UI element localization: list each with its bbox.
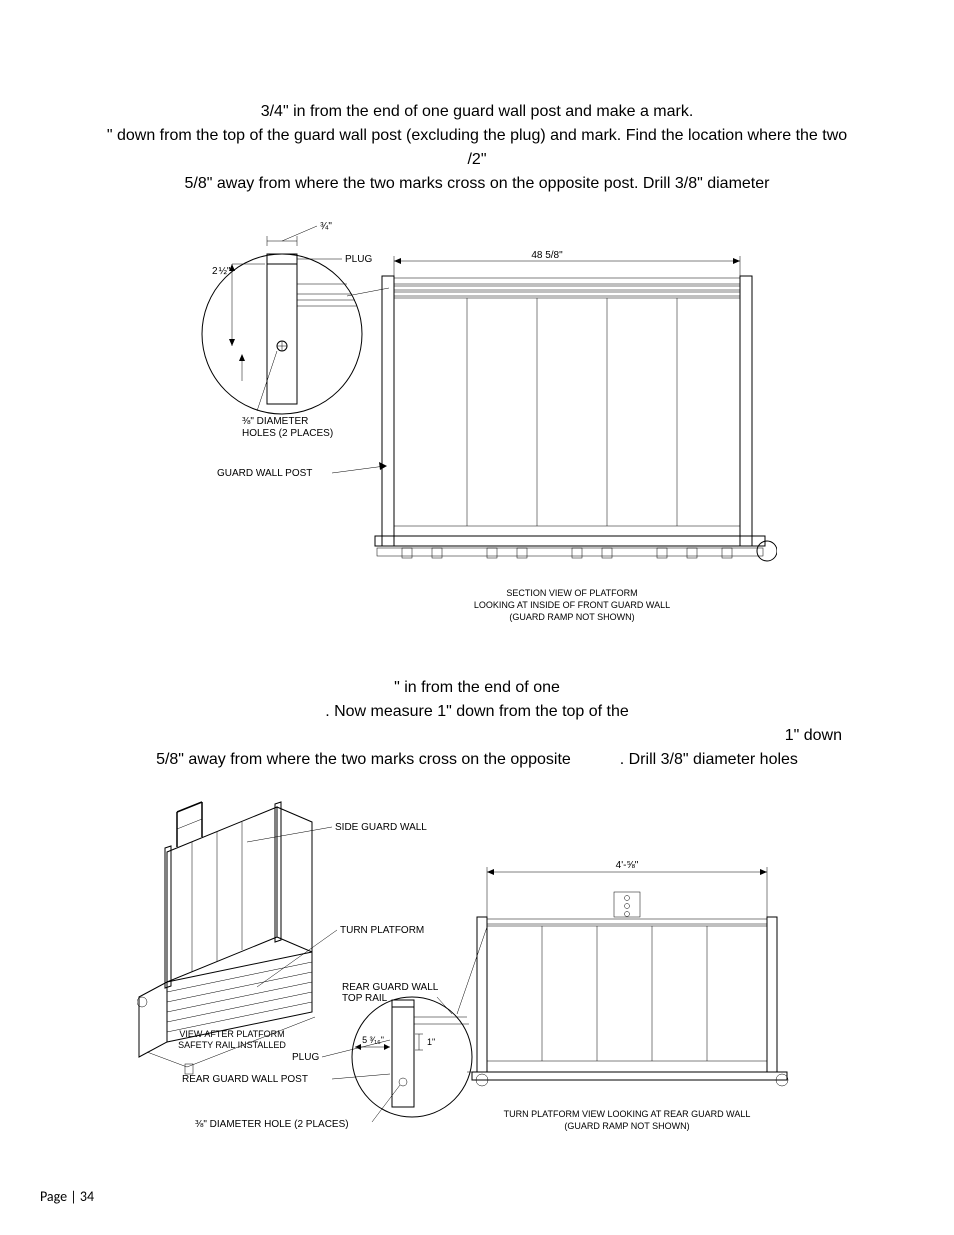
para1-line1: 3/4" in from the end of one guard wall p… — [42, 100, 912, 124]
page-footer: Page | 34 — [40, 1188, 94, 1205]
fig1-cap2: LOOKING AT INSIDE OF FRONT GUARD WALL — [474, 600, 670, 610]
fig2-installed1: VIEW AFTER PLATFORM — [179, 1029, 284, 1039]
para1-line3: /2" — [42, 148, 912, 172]
fig1-three-quarter: ¾" — [320, 221, 332, 232]
body-text-1: 3/4" in from the end of one guard wall p… — [42, 100, 912, 196]
fig1-post-label: GUARD WALL POST — [217, 468, 312, 479]
para1-line4: 5/8" away from where the two marks cross… — [42, 172, 912, 196]
fig2-turn: TURN PLATFORM — [340, 925, 424, 936]
fig2-side: SIDE GUARD WALL — [335, 822, 427, 833]
fig2-one-inch: 1" — [427, 1037, 435, 1047]
fig2-installed2: SAFETY RAIL INSTALLED — [178, 1040, 286, 1050]
fig2-toprail2: TOP RAIL — [342, 993, 388, 1004]
fig1-width: 48 5/8" — [531, 250, 563, 261]
fig2-plug: PLUG — [292, 1052, 319, 1063]
para1-line2: " down from the top of the guard wall po… — [42, 124, 912, 148]
para2-line4: 5/8" away from where the two marks cross… — [42, 748, 912, 772]
figure-2: SIDE GUARD WALL TURN PLATFORM VIEW AFTER… — [40, 782, 914, 1162]
fig1-diam-1: ⅜" DIAMETER — [242, 416, 308, 427]
page: 3/4" in from the end of one guard wall p… — [0, 0, 954, 1235]
fig2-rearpost: REAR GUARD WALL POST — [182, 1074, 308, 1085]
para2-line2: . Now measure 1" down from the top of th… — [42, 700, 912, 724]
fig2-diam: ⅜" DIAMETER HOLE (2 PLACES) — [195, 1119, 349, 1130]
para2-line1: " in from the end of one — [42, 676, 912, 700]
para2-line4b: . Drill 3/8" diameter holes — [620, 751, 798, 768]
fig2-toprail1: REAR GUARD WALL — [342, 982, 439, 993]
fig1-plug-label: PLUG — [345, 254, 372, 265]
fig2-five316: 5 ³⁄₁₆" — [362, 1035, 384, 1045]
para2-line3: 1" down — [42, 724, 912, 748]
fig1-two-half: 2½" — [212, 266, 231, 277]
figure-1: ¾" PLUG 2½" ⅜" DIAMETER HOLES (2 PLACES) — [40, 216, 914, 636]
fig1-cap1: SECTION VIEW OF PLATFORM — [506, 588, 637, 598]
body-text-2: " in from the end of one . Now measure 1… — [42, 676, 912, 772]
fig1-cap3: (GUARD RAMP NOT SHOWN) — [509, 612, 634, 622]
para2-line4a: 5/8" away from where the two marks cross… — [156, 751, 571, 768]
fig2-width: 4'-⅝" — [616, 860, 639, 871]
fig2-cap1: TURN PLATFORM VIEW LOOKING AT REAR GUARD… — [504, 1109, 751, 1119]
fig2-cap2: (GUARD RAMP NOT SHOWN) — [564, 1121, 689, 1131]
para1-line4a: 5/8" away from where the two marks cross… — [185, 175, 770, 192]
fig1-diam-2: HOLES (2 PLACES) — [242, 428, 333, 439]
